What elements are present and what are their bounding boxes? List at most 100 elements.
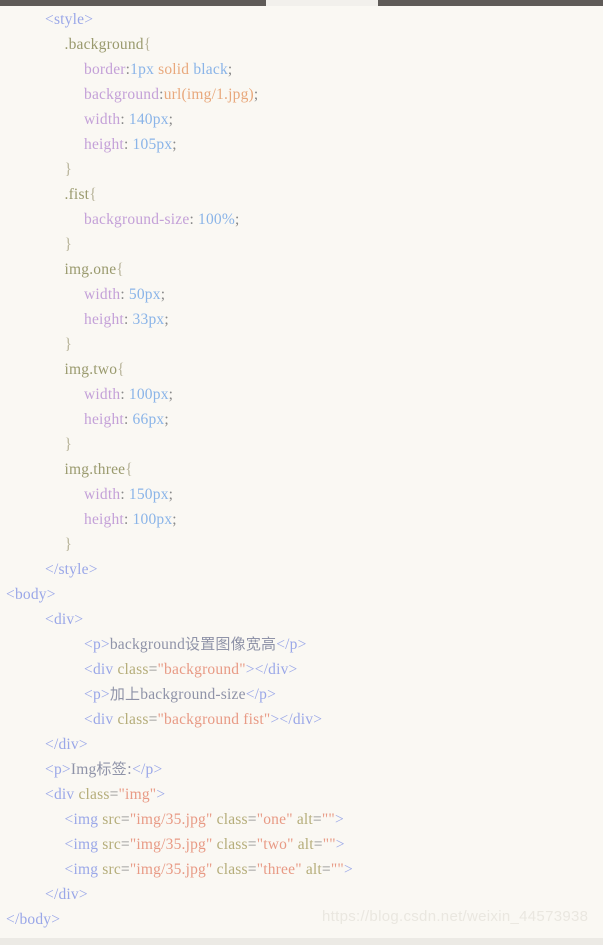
code-token-punc: ; xyxy=(172,136,177,153)
code-line: } xyxy=(0,332,603,357)
code-token-num: 100px xyxy=(132,511,173,528)
code-line: img.two{ xyxy=(0,357,603,382)
code-token-tag: > xyxy=(334,811,344,828)
code-token-attr: class xyxy=(78,786,110,803)
code-token-punc: ; xyxy=(164,411,169,428)
code-line: height: 33px; xyxy=(0,307,603,332)
code-token-num: 100px xyxy=(128,386,169,403)
code-token-txt: background-size xyxy=(140,686,246,703)
code-line: height: 105px; xyxy=(0,132,603,157)
code-token-attr: class xyxy=(117,661,149,678)
code-token-attr: class xyxy=(216,861,248,878)
code-token-str: "background fist" xyxy=(157,711,271,728)
code-token-punc: = xyxy=(148,661,158,678)
code-line: .background{ xyxy=(0,32,603,57)
code-token-prop: background-size xyxy=(84,211,190,228)
code-line: </div> xyxy=(0,732,603,757)
code-token-punc: = xyxy=(312,811,322,828)
code-token-tag: </body> xyxy=(6,911,61,928)
code-token-brace: { xyxy=(125,461,133,478)
code-token-punc: = xyxy=(109,786,119,803)
code-token-sel: img.one xyxy=(64,261,117,278)
code-token-tag: ></div> xyxy=(270,711,323,728)
code-token-sel: .fist xyxy=(64,186,90,203)
code-token-str: "img" xyxy=(118,786,157,803)
code-token-tag: <body> xyxy=(6,586,56,603)
horizontal-scrollbar[interactable] xyxy=(0,0,603,6)
code-token-prop: width xyxy=(84,111,121,128)
code-token-num: 100% xyxy=(198,211,235,228)
code-token-punc: = xyxy=(313,836,323,853)
code-token-tag: > xyxy=(335,836,345,853)
code-token-attr: class xyxy=(216,836,248,853)
code-token-punc: = xyxy=(148,711,158,728)
code-token-punc: = xyxy=(321,861,331,878)
code-token-tag: <div> xyxy=(45,611,84,628)
code-token-brace: { xyxy=(89,186,97,203)
code-token-attr: alt xyxy=(297,836,314,853)
code-token-brace: { xyxy=(116,261,124,278)
code-line: height: 66px; xyxy=(0,407,603,432)
code-token-str: "img/35.jpg" xyxy=(129,861,213,878)
code-token-prop: height xyxy=(84,411,124,428)
code-token-punc: ; xyxy=(168,111,174,128)
code-token-tag: <div xyxy=(45,786,79,803)
code-line: <p>加上background-size</p> xyxy=(0,682,603,707)
code-token-num: 33px xyxy=(132,311,165,328)
code-token-attr: src xyxy=(102,811,121,828)
code-line: <body> xyxy=(0,582,603,607)
code-token-prop: height xyxy=(84,511,124,528)
code-token-str: "" xyxy=(322,836,336,853)
code-line: </style> xyxy=(0,557,603,582)
code-token-prop: background xyxy=(84,86,160,103)
code-token-str: "three" xyxy=(256,861,302,878)
code-token-tag: </p> xyxy=(276,636,307,653)
code-token-punc: = xyxy=(247,861,257,878)
code-token-tag: </div> xyxy=(45,736,88,753)
code-token-punc: ; xyxy=(168,486,174,503)
code-line: border:1px solid black; xyxy=(0,57,603,82)
code-token-punc: = xyxy=(247,836,257,853)
code-token-prop: width xyxy=(84,386,121,403)
code-token-brace: } xyxy=(64,536,73,553)
code-token-tag: <img xyxy=(64,861,103,878)
code-token-prop: height xyxy=(84,311,124,328)
code-token-txt: background xyxy=(109,636,186,653)
code-token-attr: class xyxy=(216,811,248,828)
code-token-sel: img.three xyxy=(64,461,126,478)
code-token-tag: </p> xyxy=(132,761,163,778)
bottom-band xyxy=(0,938,603,945)
code-token-tag: <img xyxy=(64,811,103,828)
code-line: img.three{ xyxy=(0,457,603,482)
code-line: <img src="img/35.jpg" class="one" alt=""… xyxy=(0,807,603,832)
code-line: <style> xyxy=(0,7,603,32)
code-line: width: 100px; xyxy=(0,382,603,407)
code-token-prop: width xyxy=(84,486,121,503)
scrollbar-thumb[interactable] xyxy=(266,0,378,6)
code-token-str: "two" xyxy=(256,836,294,853)
code-token-attr: src xyxy=(102,836,121,853)
code-line: } xyxy=(0,532,603,557)
code-token-punc: ; xyxy=(164,311,169,328)
code-line: <div> xyxy=(0,607,603,632)
watermark-text: https://blog.csdn.net/weixin_44573938 xyxy=(322,908,589,925)
code-line: img.one{ xyxy=(0,257,603,282)
code-line: </div> xyxy=(0,882,603,907)
code-token-num: 150px xyxy=(128,486,169,503)
code-token-cjk: 加上 xyxy=(109,685,141,703)
code-token-attr: class xyxy=(117,711,149,728)
code-token-attr: alt xyxy=(296,811,313,828)
code-token-tag: </style> xyxy=(45,561,98,578)
code-token-str: "" xyxy=(321,811,335,828)
code-token-punc: ; xyxy=(160,286,166,303)
code-token-str: "" xyxy=(330,861,344,878)
code-token-sel: .background xyxy=(64,36,144,53)
code-token-str: "one" xyxy=(256,811,293,828)
code-token-punc: ; xyxy=(172,511,177,528)
code-token-tag: <p> xyxy=(45,761,71,778)
code-token-punc: ; xyxy=(235,211,240,228)
code-token-brace: } xyxy=(64,161,73,178)
code-token-num: 50px xyxy=(128,286,161,303)
code-line: <p>background设置图像宽高</p> xyxy=(0,632,603,657)
code-token-brace: { xyxy=(143,36,152,53)
